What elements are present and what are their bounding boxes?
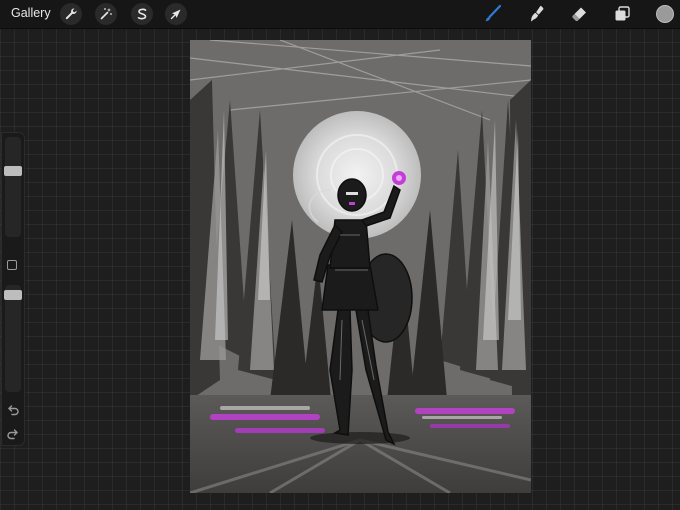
top-toolbar: Gallery <box>0 0 680 29</box>
color-picker-button[interactable] <box>656 5 674 23</box>
brush-size-slider[interactable] <box>4 137 22 237</box>
undo-icon[interactable] <box>6 404 20 416</box>
adjustments-button[interactable] <box>95 3 117 25</box>
left-sidebar <box>1 132 25 446</box>
layers-button[interactable] <box>611 3 633 25</box>
brush-size-slider-thumb[interactable] <box>4 166 22 176</box>
selection-s-icon <box>137 8 147 20</box>
drawing-canvas[interactable] <box>190 40 531 493</box>
actions-button[interactable] <box>60 3 82 25</box>
opacity-slider-thumb[interactable] <box>4 290 22 300</box>
canvas-artwork <box>190 40 531 493</box>
brush-button[interactable] <box>482 3 504 25</box>
opacity-slider[interactable] <box>4 285 22 392</box>
modifier-square-icon[interactable] <box>7 260 17 270</box>
arrow-cursor-icon <box>170 9 181 20</box>
smudge-button[interactable] <box>526 3 548 25</box>
brush-icon <box>485 4 502 22</box>
eraser-icon <box>572 7 586 22</box>
redo-icon[interactable] <box>6 428 20 440</box>
smudge-icon <box>531 5 544 22</box>
layers-icon <box>615 6 630 21</box>
magic-wand-icon <box>100 8 112 20</box>
eraser-button[interactable] <box>568 3 590 25</box>
gallery-button[interactable]: Gallery <box>11 6 51 20</box>
selection-button[interactable] <box>131 3 153 25</box>
wrench-icon <box>65 8 77 20</box>
transform-button[interactable] <box>165 3 187 25</box>
